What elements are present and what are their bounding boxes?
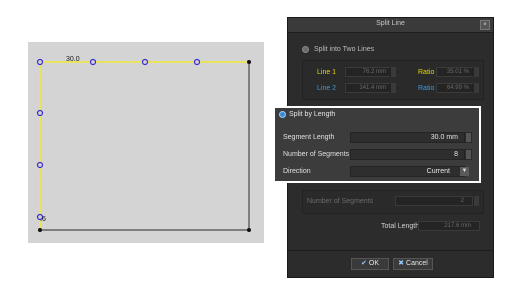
radio-selected-icon[interactable] (279, 111, 286, 118)
direction-label: Direction (283, 168, 311, 175)
ok-button[interactable]: ✔ OK (351, 258, 389, 270)
line1-spinner[interactable] (390, 67, 396, 77)
split-by-length-title: Split by Length (289, 111, 336, 118)
split-node[interactable] (36, 58, 44, 66)
segment-length-field[interactable]: 30.0 mm (350, 132, 465, 143)
ratio1-spinner[interactable] (473, 67, 479, 77)
dialog-titlebar[interactable]: Split Line × (288, 18, 493, 33)
radio-icon[interactable] (302, 46, 309, 53)
cancel-button[interactable]: ✖ Cancel (393, 258, 433, 270)
ratio2-label: Ratio (418, 85, 435, 92)
dimension-label: 30.0 (66, 56, 80, 63)
split-by-length-panel: Split by Length Segment Length 30.0 mm N… (273, 106, 481, 183)
direction-select[interactable]: Current (350, 166, 465, 177)
line2-field[interactable]: 141.4 mm (345, 83, 395, 93)
line1-label: Line 1 (317, 69, 337, 76)
segment-length-label: Segment Length (283, 134, 335, 141)
line1-field[interactable]: 76.2 mm (345, 67, 395, 77)
drawing-svg (36, 58, 251, 232)
ratio1-label: Ratio (418, 69, 435, 76)
ratio2-spinner[interactable] (473, 83, 479, 93)
segments-field[interactable]: 2 (395, 196, 473, 206)
segment-length-spinner[interactable] (465, 132, 472, 143)
num-segments-spinner[interactable] (465, 149, 472, 160)
segments-label: Number of Segments (307, 198, 374, 205)
two-lines-group: Line 1 76.2 mm Ratio 35.01 % Line 2 141.… (302, 60, 484, 100)
split-node[interactable] (193, 58, 201, 66)
endpoint-node[interactable] (247, 228, 251, 232)
num-segments-field[interactable]: 8 (350, 149, 465, 160)
split-node[interactable] (36, 161, 44, 169)
option-split-two-lines[interactable]: Split into Two Lines (302, 46, 374, 53)
line2-label: Line 2 (317, 85, 337, 92)
corner-label: .6 (40, 216, 46, 223)
ratio1-field[interactable]: 35.01 % (436, 67, 478, 77)
option-two-lines-label: Split into Two Lines (313, 46, 375, 54)
dialog-title: Split Line (376, 20, 405, 27)
endpoint-node[interactable] (38, 228, 42, 232)
line2-spinner[interactable] (390, 83, 396, 93)
total-length-field: 217.6 mm (418, 221, 480, 231)
divider (288, 250, 493, 251)
close-icon[interactable]: × (480, 20, 490, 30)
split-node[interactable] (141, 58, 149, 66)
x-icon: ✖ (398, 260, 405, 267)
ok-button-label: OK (368, 260, 379, 267)
drawing-canvas[interactable]: 30.0 .6 (28, 42, 264, 243)
segments-spinner[interactable] (473, 196, 479, 206)
split-by-length-header[interactable]: Split by Length (275, 108, 479, 122)
segments-group: Number of Segments 2 (302, 190, 484, 214)
chevron-down-icon[interactable]: ▼ (460, 167, 469, 176)
total-length-label: Total Length (381, 223, 420, 230)
split-node[interactable] (36, 109, 44, 117)
cancel-button-label: Cancel (406, 260, 428, 267)
split-node[interactable] (89, 58, 97, 66)
endpoint-node[interactable] (247, 60, 251, 64)
check-icon: ✔ (361, 260, 367, 267)
ratio2-field[interactable]: 64.99 % (436, 83, 478, 93)
num-segments-label: Number of Segments (283, 151, 350, 158)
